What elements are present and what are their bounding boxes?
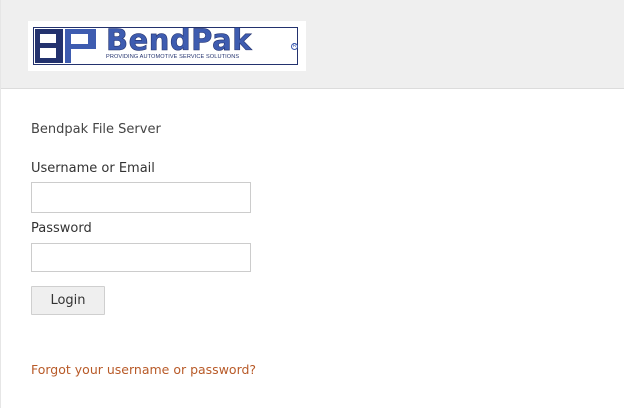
header-bar: BendPak R PROVIDING AUTOMOTIVE SERVICE S… [1, 0, 624, 89]
password-input[interactable] [31, 243, 251, 272]
logo-wordmark: BendPak [106, 23, 253, 57]
login-form: Bendpak File Server Username or Email Pa… [1, 90, 624, 408]
bp-monogram-icon [35, 29, 96, 63]
username-label: Username or Email [31, 161, 155, 176]
login-page: BendPak R PROVIDING AUTOMOTIVE SERVICE S… [0, 0, 624, 408]
forgot-credentials-link[interactable]: Forgot your username or password? [31, 362, 256, 377]
bendpak-logo[interactable]: BendPak R PROVIDING AUTOMOTIVE SERVICE S… [28, 21, 306, 71]
logo-tagline: PROVIDING AUTOMOTIVE SERVICE SOLUTIONS [106, 54, 240, 60]
site-title: Bendpak File Server [31, 122, 161, 137]
username-input[interactable] [31, 182, 251, 213]
registered-mark-icon: R [291, 43, 298, 50]
login-button[interactable]: Login [31, 286, 105, 315]
password-label: Password [31, 221, 92, 236]
